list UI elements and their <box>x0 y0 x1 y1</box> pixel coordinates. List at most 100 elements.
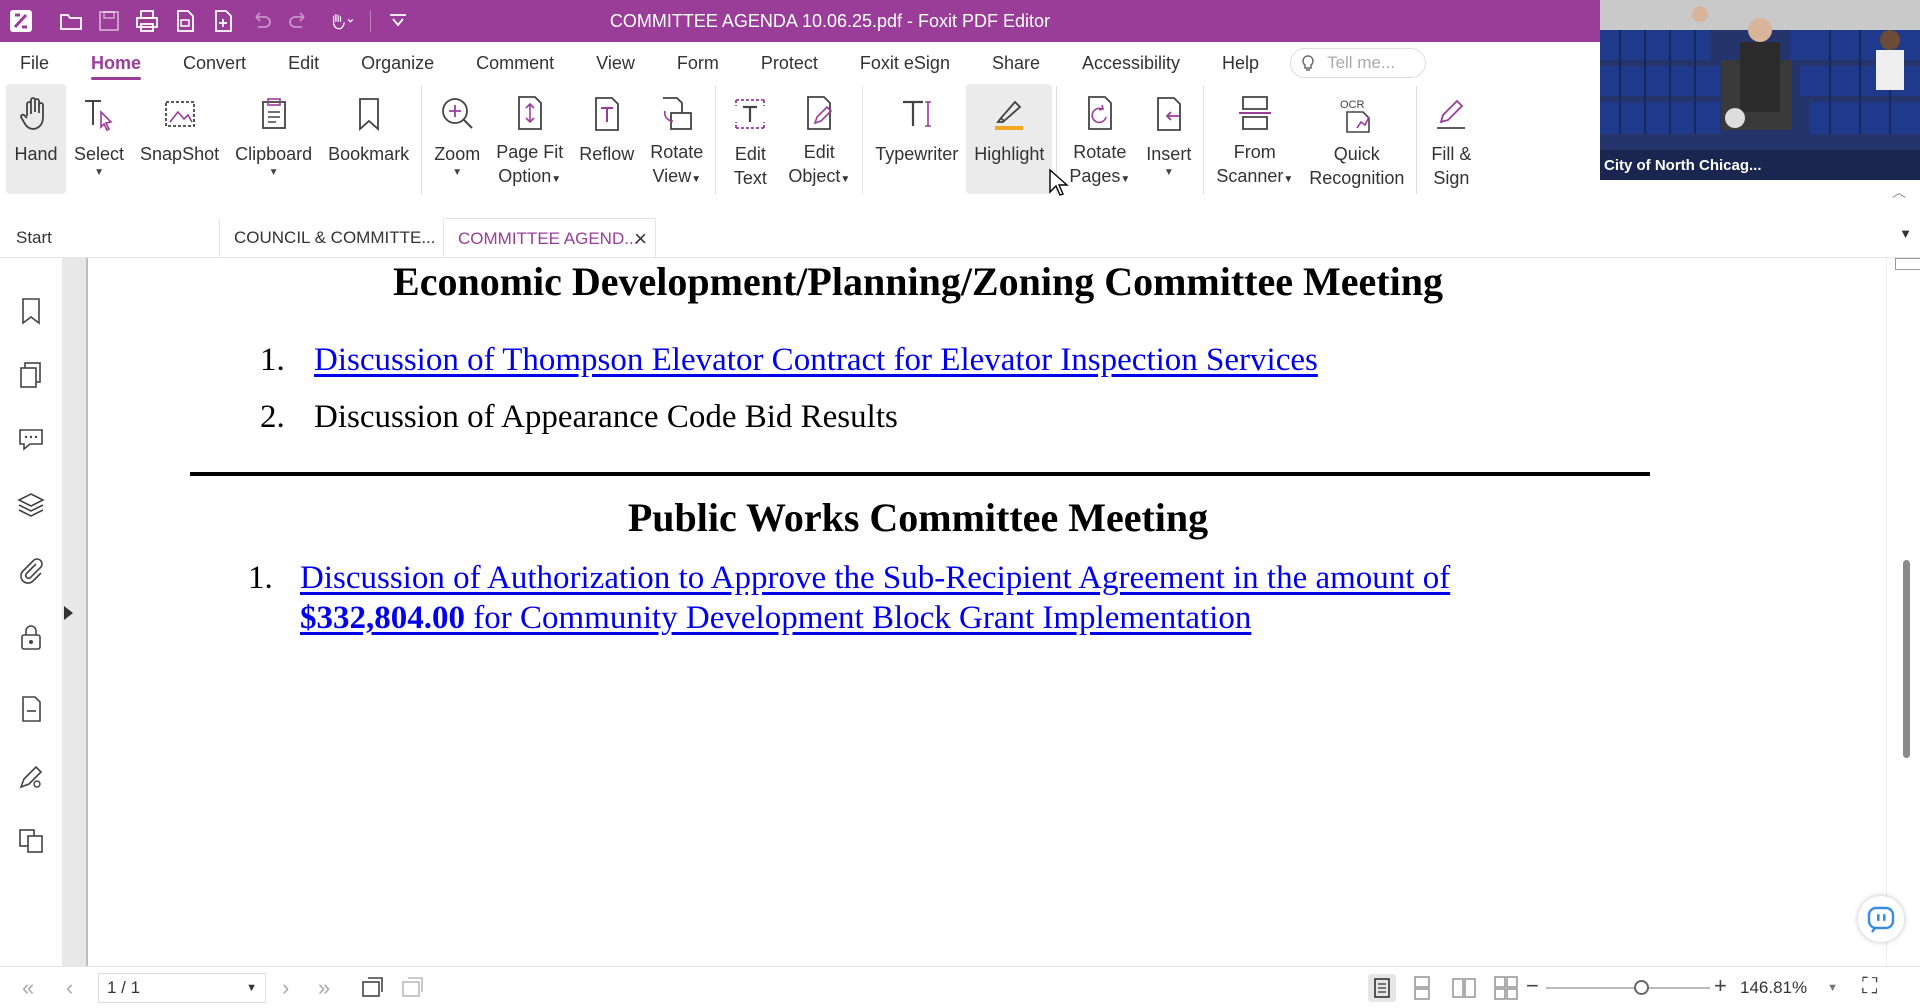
menu-protect[interactable]: Protect <box>740 42 839 84</box>
clipboard-button[interactable]: Clipboard ▼ <box>227 84 320 194</box>
expand-panel-icon[interactable] <box>64 606 73 620</box>
pages-panel-icon[interactable] <box>16 360 46 390</box>
menu-home[interactable]: Home <box>70 42 162 84</box>
menu-organize[interactable]: Organize <box>340 42 455 84</box>
close-icon[interactable]: × <box>634 219 647 259</box>
insert-button[interactable]: Insert ▼ <box>1138 84 1199 194</box>
zoom-button[interactable]: Zoom ▼ <box>426 84 488 194</box>
window-title: COMMITTEE AGENDA 10.06.25.pdf - Foxit PD… <box>609 11 1051 31</box>
chevron-down-icon: ▼ <box>1827 982 1838 994</box>
fill-sign-button[interactable]: Fill & Sign <box>1421 84 1481 194</box>
from-scanner-button[interactable]: From Scanner▼ <box>1208 84 1301 194</box>
menu-convert[interactable]: Convert <box>162 42 267 84</box>
split-handle[interactable] <box>1895 258 1920 270</box>
fit-page-icon[interactable] <box>358 974 386 1002</box>
navigation-panel <box>0 258 62 966</box>
zoom-slider-track[interactable] <box>1546 987 1710 989</box>
bookmark-button[interactable]: Bookmark <box>320 84 417 194</box>
ribbon-separator <box>421 86 423 194</box>
page-number-field[interactable]: 1 / 1 ▼ <box>98 973 266 1003</box>
snapshot-button[interactable]: SnapShot <box>132 84 227 194</box>
quick-recognition-button[interactable]: OCR Quick Recognition <box>1301 84 1412 194</box>
vertical-scrollbar[interactable] <box>1886 258 1920 966</box>
section-divider <box>190 472 1650 476</box>
continuous-view-icon[interactable] <box>1408 974 1436 1002</box>
foxit-logo-icon[interactable] <box>4 4 38 38</box>
from-scanner-label-text: Scanner <box>1216 166 1284 186</box>
rotate-pages-button[interactable]: Rotate Pages▼ <box>1061 84 1138 194</box>
tab-committee-agenda-label: COMMITTEE AGEND... <box>458 229 639 248</box>
compare-panel-icon[interactable] <box>16 826 46 856</box>
agenda-text-appearance-code: Discussion of Appearance Code Bid Result… <box>314 399 898 435</box>
tabs-dropdown-icon[interactable]: ▼ <box>1899 226 1912 241</box>
highlight-button[interactable]: Highlight <box>966 84 1053 194</box>
zoom-slider-knob[interactable] <box>1634 980 1649 995</box>
edit-object-icon <box>807 96 833 130</box>
menu-view[interactable]: View <box>575 42 656 84</box>
attachments-panel-icon[interactable] <box>16 556 46 586</box>
menu-foxit-esign[interactable]: Foxit eSign <box>839 42 971 84</box>
document-properties-icon[interactable] <box>16 694 46 724</box>
agenda-link-thompson-elevator[interactable]: Discussion of Thompson Elevator Contract… <box>314 340 1318 380</box>
agenda-link-sub-recipient-line2[interactable]: $332,804.00 for Community Development Bl… <box>300 598 1251 638</box>
tab-committee-agenda[interactable]: COMMITTEE AGEND... × <box>446 218 656 258</box>
layers-panel-icon[interactable] <box>16 490 46 520</box>
continuous-facing-view-icon[interactable] <box>1492 974 1520 1002</box>
signature-panel-icon[interactable] <box>16 762 46 792</box>
customize-icon[interactable] <box>381 4 415 38</box>
fullscreen-icon[interactable]: ⛶ <box>1862 973 1877 999</box>
video-label: City of North Chicag... <box>1604 157 1762 174</box>
highlight-icon <box>995 100 1024 130</box>
hand-button[interactable]: Hand <box>6 84 66 194</box>
page-fit-option-button[interactable]: Page Fit Option▼ <box>488 84 571 194</box>
zoom-out-icon[interactable]: − <box>1526 973 1539 999</box>
create-icon[interactable] <box>206 4 240 38</box>
tab-council-committee[interactable]: COUNCIL & COMMITTE... <box>222 218 444 258</box>
redo-icon[interactable] <box>282 4 316 38</box>
select-label: Select <box>74 144 125 164</box>
security-panel-icon[interactable] <box>16 622 46 652</box>
comments-panel-icon[interactable] <box>16 424 46 454</box>
menu-form[interactable]: Form <box>656 42 740 84</box>
edit-text-icon <box>735 99 766 129</box>
edit-text-button[interactable]: Edit Text <box>720 84 780 194</box>
ai-assistant-icon[interactable] <box>1858 896 1904 942</box>
reflow-button[interactable]: Reflow <box>571 84 642 194</box>
save-icon[interactable] <box>92 4 126 38</box>
menu-comment[interactable]: Comment <box>455 42 575 84</box>
typewriter-button[interactable]: Typewriter <box>867 84 966 194</box>
agenda-link-sub-recipient-line1[interactable]: Discussion of Authorization to Approve t… <box>300 558 1450 598</box>
last-page-icon[interactable]: » <box>318 975 330 1001</box>
menu-edit[interactable]: Edit <box>267 42 340 84</box>
next-page-icon[interactable]: › <box>282 975 289 1001</box>
open-folder-icon[interactable] <box>54 4 88 38</box>
print-icon[interactable] <box>130 4 164 38</box>
scrollbar-thumb[interactable] <box>1903 560 1910 758</box>
menu-share[interactable]: Share <box>971 42 1061 84</box>
rotate-view-label-2: View▼ <box>653 162 702 194</box>
collapse-ribbon-icon[interactable]: ︿ <box>1892 182 1906 202</box>
first-page-icon[interactable]: « <box>22 975 34 1001</box>
hand-icon <box>20 97 44 130</box>
rotate-pages-label-2: Pages▼ <box>1069 162 1130 194</box>
fit-width-icon[interactable] <box>398 974 426 1002</box>
single-page-view-icon[interactable] <box>1368 974 1396 1002</box>
video-frame <box>1600 0 1920 180</box>
new-doc-icon[interactable] <box>168 4 202 38</box>
tell-me-search[interactable]: Tell me... <box>1290 48 1427 78</box>
facing-view-icon[interactable] <box>1450 974 1478 1002</box>
undo-icon[interactable] <box>244 4 278 38</box>
menu-file[interactable]: File <box>0 42 70 84</box>
edit-object-button[interactable]: Edit Object▼ <box>780 84 858 194</box>
document-viewport[interactable]: Economic Development/Planning/Zoning Com… <box>90 258 1886 966</box>
tab-start[interactable]: Start <box>4 218 220 258</box>
select-button[interactable]: Select ▼ <box>66 84 132 194</box>
zoom-in-icon[interactable]: + <box>1714 973 1727 999</box>
zoom-level-field[interactable]: 146.81% ▼ <box>1738 973 1838 1003</box>
hand-tool-icon[interactable] <box>320 4 364 38</box>
menu-help[interactable]: Help <box>1201 42 1280 84</box>
menu-accessibility[interactable]: Accessibility <box>1061 42 1201 84</box>
bookmark-panel-icon[interactable] <box>16 296 46 326</box>
rotate-view-button[interactable]: Rotate View▼ <box>642 84 711 194</box>
previous-page-icon[interactable]: ‹ <box>66 975 73 1001</box>
